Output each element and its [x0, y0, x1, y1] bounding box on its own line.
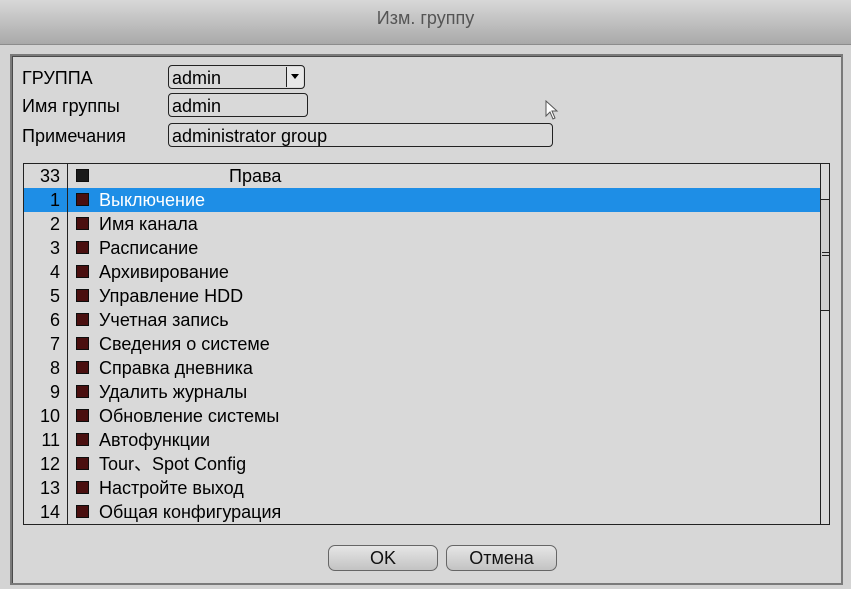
row-number: 8: [24, 356, 68, 380]
list-item[interactable]: 11 Автофункции: [24, 428, 820, 452]
title-bar[interactable]: Изм. группу: [0, 0, 851, 45]
permission-checkbox[interactable]: [76, 505, 89, 518]
list-item[interactable]: 6 Учетная запись: [24, 308, 820, 332]
list-item[interactable]: 14 Общая конфигурация: [24, 500, 820, 524]
row-number: 6: [24, 308, 68, 332]
row-number: 4: [24, 260, 68, 284]
permission-label: Автофункции: [99, 430, 211, 450]
select-all-checkbox[interactable]: [76, 169, 89, 182]
row-number: 14: [24, 500, 68, 524]
rights-count: 33: [24, 164, 68, 188]
permission-checkbox[interactable]: [76, 361, 89, 374]
group-name-field[interactable]: admin: [168, 93, 308, 117]
list-item[interactable]: 1 Выключение: [24, 188, 820, 212]
permission-checkbox[interactable]: [76, 457, 89, 470]
permission-checkbox[interactable]: [76, 481, 89, 494]
permission-checkbox[interactable]: [76, 409, 89, 422]
cancel-button[interactable]: Отмена: [446, 545, 557, 571]
notes-field[interactable]: administrator group: [168, 123, 553, 147]
list-item[interactable]: 2 Имя канала: [24, 212, 820, 236]
window-title: Изм. группу: [376, 8, 475, 28]
group-select[interactable]: admin: [168, 65, 305, 89]
permission-label: Tour、Spot Config: [99, 454, 247, 474]
mouse-pointer-icon: [545, 100, 559, 120]
permission-label: Учетная запись: [99, 310, 229, 330]
edit-group-dialog: Изм. группу ГРУППА admin Имя группы admi…: [0, 0, 851, 589]
rights-header-title: Права: [229, 166, 282, 186]
permission-label: Имя канала: [99, 214, 198, 234]
list-item[interactable]: 9 Удалить журналы: [24, 380, 820, 404]
permission-label: Расписание: [99, 238, 199, 258]
notes-label: Примечания: [22, 126, 126, 146]
permission-label: Выключение: [99, 190, 206, 210]
row-number: 10: [24, 404, 68, 428]
permission-checkbox[interactable]: [76, 385, 89, 398]
list-item[interactable]: 10 Обновление системы: [24, 404, 820, 428]
list-item[interactable]: 4 Архивирование: [24, 260, 820, 284]
scroll-grip-line: [822, 252, 829, 253]
list-item[interactable]: 5 Управление HDD: [24, 284, 820, 308]
permission-label: Обновление системы: [99, 406, 280, 426]
scrollbar[interactable]: [820, 164, 829, 524]
permission-label: Сведения о системе: [99, 334, 270, 354]
group-label: ГРУППА: [22, 68, 93, 88]
permission-label: Управление HDD: [99, 286, 244, 306]
permission-label: Справка дневника: [99, 358, 253, 378]
scroll-grip-line: [822, 255, 829, 256]
row-number: 1: [24, 188, 68, 212]
row-number: 13: [24, 476, 68, 500]
permission-label: Настройте выход: [99, 478, 244, 498]
chevron-down-icon[interactable]: [286, 67, 303, 87]
permission-label: Общая конфигурация: [99, 502, 282, 522]
list-item[interactable]: 8 Справка дневника: [24, 356, 820, 380]
row-number: 12: [24, 452, 68, 476]
group-name-label: Имя группы: [22, 96, 120, 116]
permission-label: Архивирование: [99, 262, 229, 282]
permission-checkbox[interactable]: [76, 193, 89, 206]
list-item[interactable]: 3 Расписание: [24, 236, 820, 260]
rights-header: 33 Права: [24, 164, 820, 188]
permission-checkbox[interactable]: [76, 217, 89, 230]
permission-checkbox[interactable]: [76, 289, 89, 302]
row-number: 3: [24, 236, 68, 260]
row-number: 7: [24, 332, 68, 356]
permission-checkbox[interactable]: [76, 313, 89, 326]
row-number: 5: [24, 284, 68, 308]
permission-checkbox[interactable]: [76, 265, 89, 278]
row-number: 11: [24, 428, 68, 452]
permission-checkbox[interactable]: [76, 433, 89, 446]
list-item[interactable]: 7 Сведения о системе: [24, 332, 820, 356]
ok-button[interactable]: OK: [328, 545, 438, 571]
row-number: 9: [24, 380, 68, 404]
rights-list[interactable]: 33 Права 1 Выключение 2 Имя канала 3 Расписан…: [23, 163, 830, 525]
permission-checkbox[interactable]: [76, 241, 89, 254]
permission-checkbox[interactable]: [76, 337, 89, 350]
row-number: 2: [24, 212, 68, 236]
group-select-value: admin: [172, 68, 222, 88]
scroll-thumb[interactable]: [821, 199, 829, 311]
permission-label: Удалить журналы: [99, 382, 248, 402]
list-item[interactable]: 12 Tour、Spot Config: [24, 452, 820, 476]
list-item[interactable]: 13 Настройте выход: [24, 476, 820, 500]
